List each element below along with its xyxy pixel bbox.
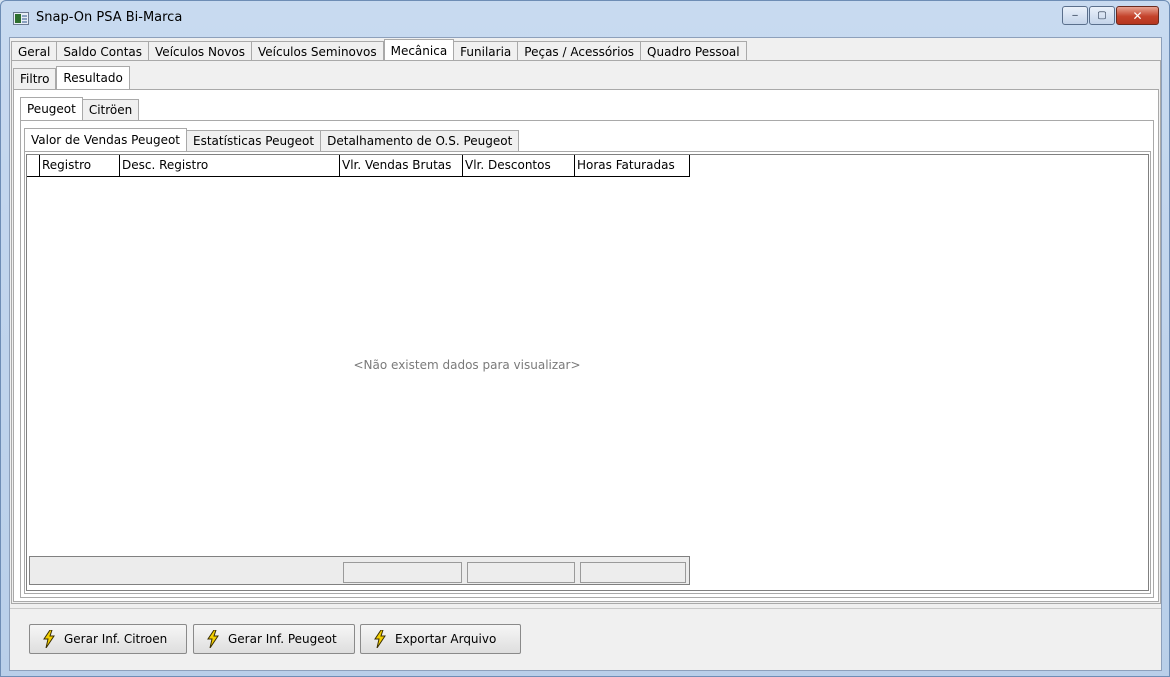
minimize-icon: ‒: [1071, 10, 1079, 21]
tab-veiculos-seminovos[interactable]: Veículos Seminovos: [251, 41, 384, 62]
valor-vendas-panel: Registro Desc. Registro Vlr. Vendas Brut…: [24, 151, 1151, 594]
column-header-desc-registro[interactable]: Desc. Registro: [120, 155, 340, 177]
row-indicator-header[interactable]: [27, 155, 40, 177]
maximize-icon: ▢: [1097, 10, 1107, 21]
app-icon: [13, 12, 29, 25]
lightning-icon: [373, 630, 387, 648]
close-button[interactable]: ✕: [1116, 6, 1159, 25]
grid-header: Registro Desc. Registro Vlr. Vendas Brut…: [27, 155, 690, 177]
minimize-button[interactable]: ‒: [1062, 6, 1088, 25]
tab-citroen[interactable]: Citröen: [82, 99, 140, 120]
column-header-vlr-vendas-brutas[interactable]: Vlr. Vendas Brutas: [340, 155, 463, 177]
lightning-icon: [42, 630, 56, 648]
window-controls: ‒ ▢ ✕: [1061, 6, 1159, 25]
title-bar[interactable]: Snap-On PSA Bi-Marca ‒ ▢ ✕: [1, 1, 1169, 37]
tab-veiculos-novos[interactable]: Veículos Novos: [149, 41, 252, 62]
action-bar: Gerar Inf. Citroen Gerar Inf. Peugeot Ex…: [10, 608, 1161, 671]
exportar-arquivo-button[interactable]: Exportar Arquivo: [360, 624, 521, 654]
grid-footer: [29, 556, 690, 585]
tab-estatisticas[interactable]: Estatísticas Peugeot: [187, 130, 322, 151]
maximize-button[interactable]: ▢: [1089, 6, 1115, 25]
report-tab-bar: Valor de Vendas Peugeot Estatísticas Peu…: [24, 127, 520, 152]
gerar-citroen-label: Gerar Inf. Citroen: [64, 632, 168, 646]
column-header-vlr-descontos[interactable]: Vlr. Descontos: [463, 155, 575, 177]
footer-cell-horas-faturadas: [580, 562, 686, 583]
resultado-panel: Peugeot Citröen Valor de Vendas Peugeot …: [13, 89, 1159, 602]
column-header-horas-faturadas[interactable]: Horas Faturadas: [575, 155, 690, 177]
peugeot-panel: Valor de Vendas Peugeot Estatísticas Peu…: [20, 120, 1154, 598]
empty-message: <Não existem dados para visualizar>: [353, 358, 581, 372]
sub-tab-bar: Filtro Resultado: [13, 65, 130, 90]
main-window: Snap-On PSA Bi-Marca ‒ ▢ ✕ Geral Saldo C…: [0, 0, 1170, 677]
tab-detalhamento-os[interactable]: Detalhamento de O.S. Peugeot: [321, 130, 520, 151]
lightning-icon: [206, 630, 220, 648]
mecanica-panel: Filtro Resultado Peugeot Citröen Valor d…: [11, 60, 1161, 604]
data-grid[interactable]: Registro Desc. Registro Vlr. Vendas Brut…: [26, 154, 1149, 591]
window-title: Snap-On PSA Bi-Marca: [36, 10, 183, 25]
tab-resultado[interactable]: Resultado: [56, 66, 130, 90]
gerar-peugeot-button[interactable]: Gerar Inf. Peugeot: [193, 624, 355, 654]
exportar-arquivo-label: Exportar Arquivo: [395, 632, 497, 646]
column-header-registro[interactable]: Registro: [40, 155, 120, 177]
main-tab-bar: Geral Saldo Contas Veículos Novos Veícul…: [11, 38, 747, 63]
client-area: Geral Saldo Contas Veículos Novos Veícul…: [9, 37, 1162, 671]
tab-filtro[interactable]: Filtro: [13, 68, 57, 89]
footer-cell-vlr-descontos: [467, 562, 575, 583]
tab-quadro-pessoal[interactable]: Quadro Pessoal: [641, 41, 747, 62]
tab-saldo-contas[interactable]: Saldo Contas: [57, 41, 150, 62]
tab-valor-vendas[interactable]: Valor de Vendas Peugeot: [24, 128, 188, 152]
gerar-citroen-button[interactable]: Gerar Inf. Citroen: [29, 624, 187, 654]
tab-peugeot[interactable]: Peugeot: [20, 97, 83, 121]
close-icon: ✕: [1132, 8, 1143, 23]
brand-tab-bar: Peugeot Citröen: [20, 96, 140, 121]
tab-geral[interactable]: Geral: [11, 41, 58, 62]
tab-funilaria[interactable]: Funilaria: [454, 41, 519, 62]
tab-pecas-acessorios[interactable]: Peças / Acessórios: [518, 41, 642, 62]
footer-cell-vlr-vendas-brutas: [343, 562, 462, 583]
gerar-peugeot-label: Gerar Inf. Peugeot: [228, 632, 337, 646]
